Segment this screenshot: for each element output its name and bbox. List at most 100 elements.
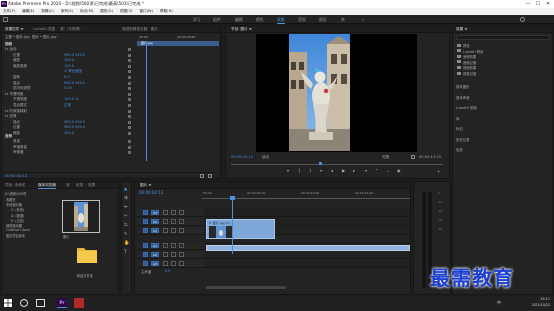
track-target-toggle[interactable] (143, 261, 148, 266)
in-point-icon[interactable]: { (298, 168, 301, 173)
tab-effects-right[interactable]: 效果 ≡ (456, 27, 467, 32)
effects-search-input[interactable] (456, 35, 550, 40)
keyframe-toggle-icon[interactable] (128, 59, 131, 63)
ec-row[interactable]: 音量 (2, 139, 134, 144)
solo-icon[interactable] (179, 252, 184, 257)
keyframe-toggle-icon[interactable] (128, 98, 131, 102)
track-label[interactable]: A3 (151, 261, 159, 266)
workspace-graphics[interactable]: 图形 (319, 17, 327, 23)
workspace-libraries[interactable]: 库 (341, 17, 345, 23)
ec-row[interactable]: 混合模式 正常 (2, 103, 134, 108)
menu-view[interactable]: 视图(V) (120, 8, 132, 15)
panel-section[interactable]: 历史记录 (456, 137, 470, 142)
track-header[interactable]: A1 (137, 242, 204, 250)
hand-tool-icon[interactable]: ✋ (124, 241, 129, 246)
settings-wrench-icon[interactable] (411, 155, 415, 159)
track-label[interactable]: V1 (151, 228, 159, 233)
keyframe-toggle-icon[interactable] (128, 126, 131, 130)
tab-audio-clip-mixer[interactable]: 音频剪辑混合器：图片 (122, 27, 158, 32)
ec-row[interactable]: 位置 960.0 540.0 (2, 53, 134, 58)
menu-help[interactable]: 帮助(H) (160, 8, 173, 15)
tab-info[interactable]: 信息 (76, 183, 83, 188)
track-label[interactable]: A2 (151, 252, 159, 257)
sync-icon[interactable] (171, 210, 176, 215)
ec-row[interactable]: 声像器 (2, 150, 134, 155)
ec-row[interactable]: 缩放 100.0 (2, 131, 134, 136)
ec-row-value[interactable]: 100.0 % (64, 97, 78, 101)
workspace-assembly[interactable]: 组件 (213, 17, 221, 23)
play-icon[interactable]: ▶ (342, 168, 345, 173)
search-taskbar-icon[interactable] (20, 299, 28, 307)
quality-dropdown[interactable]: 完整 (382, 155, 389, 160)
tab-lumetri-scopes[interactable]: Lumetri 范围 (33, 27, 55, 32)
effects-folder[interactable]: 音频过渡 (463, 60, 476, 65)
ec-row-value[interactable]: ☑ 等比缩放 (64, 69, 82, 74)
ec-row[interactable]: 旋转 0.0 (2, 75, 134, 80)
lock-icon[interactable] (163, 210, 168, 215)
menu-clip[interactable]: 剪辑(C) (41, 8, 54, 15)
track-target-toggle[interactable] (143, 252, 148, 257)
timeline-playhead[interactable] (232, 199, 233, 254)
ec-row[interactable]: ☑ 等比缩放 (2, 69, 134, 74)
keyframe-toggle-icon[interactable] (128, 115, 131, 119)
export-icon[interactable] (208, 174, 212, 178)
track-label[interactable]: A1 (151, 243, 159, 248)
timeline-timecode[interactable]: 00:00:04:13 (139, 190, 163, 195)
tab-libraries[interactable]: 库 (66, 183, 70, 188)
video-clip[interactable]: fx 图片.jpg [V] (206, 219, 275, 239)
effects-folder[interactable]: 预设 (463, 43, 470, 48)
track-lane[interactable] (204, 209, 410, 217)
step-forward-icon[interactable]: ▸ (353, 168, 355, 173)
track-target-toggle[interactable] (143, 210, 148, 215)
track-header[interactable]: V1 (137, 227, 204, 235)
track-label[interactable]: V2 (151, 219, 159, 224)
pen-tool-icon[interactable]: ✎ (124, 232, 128, 237)
out-point-icon[interactable]: } (309, 168, 312, 173)
ec-row[interactable]: 声道音量 (2, 145, 134, 150)
track-lane[interactable] (204, 251, 410, 259)
ec-row[interactable]: fx 运动 (2, 47, 134, 52)
ec-row[interactable]: fx 时间重映射 (2, 109, 134, 114)
source-clip-label[interactable]: 主要 * 图片.jpg (5, 35, 30, 40)
keyframe-toggle-icon[interactable] (128, 140, 131, 143)
ec-row-value[interactable]: 100.0 (64, 64, 74, 68)
solo-icon[interactable] (179, 261, 184, 266)
track-select-icon[interactable]: ⇶ (124, 196, 128, 201)
workspace-color[interactable]: 颜色 (256, 17, 264, 23)
razor-tool-icon[interactable]: ✂ (124, 214, 128, 219)
menu-graphics[interactable]: 图形(G) (100, 8, 113, 15)
folder-icon[interactable] (76, 244, 98, 264)
effects-folder[interactable]: 视频过渡 (463, 71, 476, 76)
sequence-clip-label[interactable]: 图片 * 图片.jpg (32, 35, 57, 40)
track-target-toggle[interactable] (143, 243, 148, 248)
keyframe-toggle-icon[interactable] (128, 76, 131, 79)
ec-timecode[interactable]: 00:00:04:13 (5, 174, 27, 178)
tab-project[interactable]: 项目: 未命名 (5, 183, 25, 188)
lock-icon[interactable] (163, 219, 168, 224)
keyframe-toggle-icon[interactable] (128, 132, 131, 135)
tab-effects[interactable]: 效果 (88, 183, 95, 188)
track-header[interactable]: A3 (137, 260, 204, 268)
lock-icon[interactable] (163, 228, 168, 233)
solo-icon[interactable] (179, 243, 184, 248)
home-icon[interactable] (3, 17, 8, 22)
tab-timeline[interactable]: 图片 ≡ (140, 183, 151, 188)
workspace-effects[interactable]: 效果 (277, 17, 285, 24)
keyframe-toggle-icon[interactable] (128, 120, 131, 124)
mute-icon[interactable] (171, 243, 176, 248)
menu-window[interactable]: 窗口(W) (139, 8, 153, 15)
keyframe-toggle-icon[interactable] (128, 92, 131, 96)
panel-section[interactable]: 基本图形 (456, 84, 470, 89)
keyframe-toggle-icon[interactable] (128, 70, 131, 74)
mute-icon[interactable] (171, 261, 176, 266)
workspace-editing[interactable]: 编辑 (235, 17, 243, 23)
maximize-button[interactable]: ☐ (533, 0, 543, 8)
keyframe-toggle-icon[interactable] (128, 145, 131, 149)
sync-icon[interactable] (171, 219, 176, 224)
eye-icon[interactable] (179, 210, 184, 215)
eye-icon[interactable] (179, 219, 184, 224)
track-target-toggle[interactable] (143, 228, 148, 233)
go-to-out-icon[interactable]: ⇥ (364, 168, 367, 173)
tab-effect-controls[interactable]: 效果控件 ≡ (5, 27, 24, 32)
premiere-taskbar-icon[interactable]: Pr (57, 298, 67, 308)
